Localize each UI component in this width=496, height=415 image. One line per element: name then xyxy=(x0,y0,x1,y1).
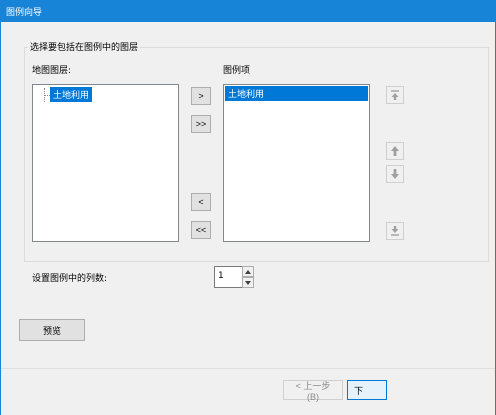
window-title: 图例向导 xyxy=(6,8,43,18)
tree-item-land-use[interactable]: 土地利用 xyxy=(50,87,93,102)
group-label: 选择要包括在图例中的图层 xyxy=(28,40,141,53)
move-to-top-icon xyxy=(391,90,399,100)
caret-down-icon xyxy=(245,280,251,285)
remove-all-layers-button[interactable]: << xyxy=(191,221,211,239)
legend-items-label: 图例项 xyxy=(223,66,251,76)
legend-wizard-dialog: 选择要包括在图例中的图层 地图图层: 土地利用 图例项 土地利用 > >> < … xyxy=(0,22,496,415)
columns-input[interactable]: 1 xyxy=(214,266,243,288)
add-layer-button[interactable]: > xyxy=(191,87,211,105)
caret-up-icon xyxy=(245,269,251,274)
add-all-layers-button[interactable]: >> xyxy=(191,115,211,133)
move-to-bottom-button[interactable] xyxy=(386,222,404,240)
move-up-button[interactable] xyxy=(386,142,404,160)
list-item-land-use[interactable]: 土地利用 xyxy=(225,86,368,101)
map-layers-label: 地图图层: xyxy=(32,66,72,76)
move-down-button[interactable] xyxy=(386,165,404,183)
stepper-down-button[interactable] xyxy=(242,277,254,288)
remove-layer-button[interactable]: < xyxy=(191,193,211,211)
next-button[interactable]: 下 xyxy=(347,380,387,400)
arrow-up-icon xyxy=(391,146,399,156)
move-to-bottom-icon xyxy=(391,226,399,236)
footer-divider xyxy=(1,368,495,369)
columns-stepper[interactable]: 1 xyxy=(214,266,255,288)
map-layers-tree[interactable]: 土地利用 xyxy=(32,84,179,242)
title-bar: 图例向导 xyxy=(0,0,496,22)
columns-label: 设置图例中的列数: xyxy=(32,274,108,284)
move-to-top-button[interactable] xyxy=(386,86,404,104)
legend-items-list[interactable]: 土地利用 xyxy=(223,84,370,242)
back-button[interactable]: < 上一步(B) xyxy=(283,380,343,402)
arrow-down-icon xyxy=(391,169,399,179)
stepper-up-button[interactable] xyxy=(242,266,254,277)
preview-button[interactable]: 预览 xyxy=(19,319,85,341)
